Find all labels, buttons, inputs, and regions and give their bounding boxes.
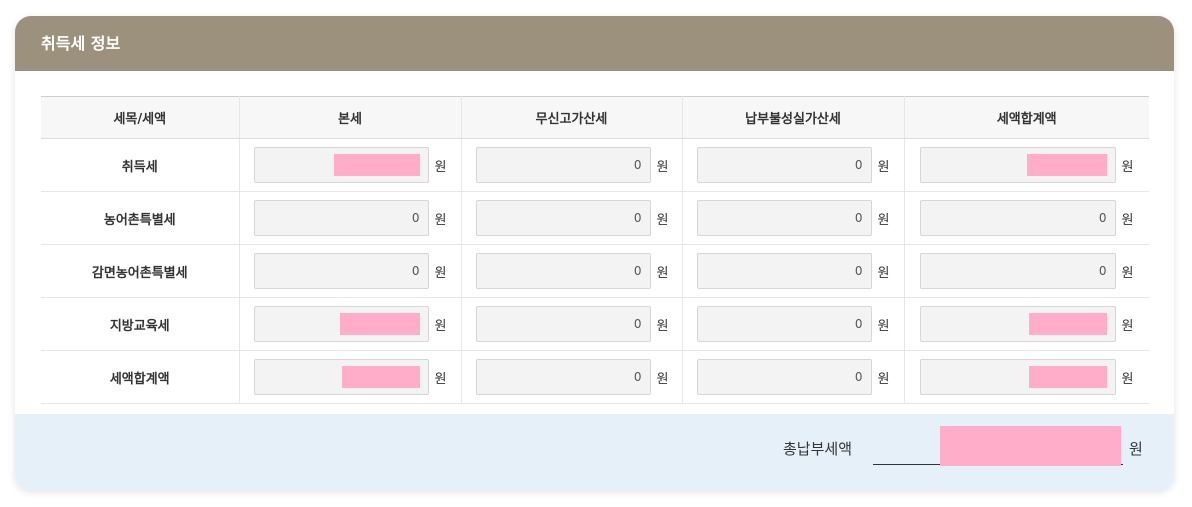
unit-label: 원 [434, 159, 447, 175]
amount-field: 0 [696, 306, 872, 342]
amount-field: 0 [475, 253, 651, 289]
redacted-value [339, 313, 420, 335]
amount-field: 0 [919, 253, 1116, 289]
unit-label: 원 [877, 212, 890, 228]
amount-value: 0 [854, 317, 863, 331]
header-tax-item: 세목/세액 [41, 96, 239, 139]
unit-label: 원 [434, 212, 447, 228]
panel-title: 취득세 정보 [15, 16, 1174, 71]
header-principal-tax: 본세 [238, 96, 461, 139]
redacted-value [333, 154, 420, 176]
unit-label: 원 [656, 265, 669, 281]
header-non-filing-penalty: 무신고가산세 [460, 96, 682, 139]
amount-field: 0 [475, 306, 651, 342]
total-unit-label: 원 [1129, 440, 1143, 458]
table-row: 지방교육세 원 0 원 0 원 원 [41, 297, 1149, 351]
amount-field: 0 [919, 200, 1116, 236]
unit-label: 원 [1121, 371, 1134, 387]
total-tax-label: 총납부세액 [783, 440, 853, 458]
amount-field: 0 [696, 200, 872, 236]
unit-label: 원 [877, 371, 890, 387]
amount-value: 0 [1098, 211, 1107, 225]
row-label: 지방교육세 [41, 297, 239, 351]
unit-label: 원 [434, 318, 447, 334]
amount-field: 0 [253, 200, 429, 236]
amount-value: 0 [633, 370, 642, 384]
table-header-row: 세목/세액 본세 무신고가산세 납부불성실가산세 세액합계액 [41, 96, 1149, 139]
amount-field [919, 359, 1116, 395]
row-label: 취득세 [41, 138, 239, 192]
redacted-total-value [940, 426, 1121, 466]
amount-value: 0 [411, 264, 420, 278]
amount-field: 0 [696, 253, 872, 289]
header-late-payment-penalty: 납부불성실가산세 [681, 96, 904, 139]
amount-value: 0 [411, 211, 420, 225]
amount-value: 0 [854, 211, 863, 225]
unit-label: 원 [656, 371, 669, 387]
amount-value: 0 [854, 264, 863, 278]
total-footer: 총납부세액 원 [15, 414, 1174, 490]
unit-label: 원 [434, 265, 447, 281]
unit-label: 원 [656, 212, 669, 228]
unit-label: 원 [1121, 318, 1134, 334]
amount-field [253, 147, 429, 183]
amount-value: 0 [1098, 264, 1107, 278]
amount-field: 0 [475, 359, 651, 395]
redacted-value [1028, 313, 1107, 335]
amount-field [919, 147, 1116, 183]
redacted-value [1026, 154, 1107, 176]
row-label: 농어촌특별세 [41, 191, 239, 245]
tax-table: 세목/세액 본세 무신고가산세 납부불성실가산세 세액합계액 취득세 원 0 원… [41, 96, 1149, 404]
unit-label: 원 [656, 159, 669, 175]
unit-label: 원 [877, 159, 890, 175]
unit-label: 원 [877, 318, 890, 334]
amount-field: 0 [253, 253, 429, 289]
unit-label: 원 [434, 371, 447, 387]
table-row: 농어촌특별세 0 원 0 원 0 원 0 원 [41, 191, 1149, 245]
amount-field [919, 306, 1116, 342]
amount-value: 0 [633, 211, 642, 225]
amount-value: 0 [633, 158, 642, 172]
amount-field: 0 [475, 200, 651, 236]
redacted-value [1028, 366, 1107, 388]
amount-field [253, 359, 429, 395]
amount-field [253, 306, 429, 342]
header-tax-total: 세액합계액 [903, 96, 1149, 139]
row-label: 세액합계액 [41, 350, 239, 404]
amount-field: 0 [696, 147, 872, 183]
unit-label: 원 [1121, 212, 1134, 228]
redacted-value [341, 366, 420, 388]
amount-value: 0 [633, 264, 642, 278]
amount-value: 0 [633, 317, 642, 331]
amount-value: 0 [854, 158, 863, 172]
unit-label: 원 [656, 318, 669, 334]
acquisition-tax-panel: 취득세 정보 세목/세액 본세 무신고가산세 납부불성실가산세 세액합계액 취득… [15, 16, 1174, 490]
unit-label: 원 [877, 265, 890, 281]
table-row: 취득세 원 0 원 0 원 원 [41, 138, 1149, 192]
amount-field: 0 [696, 359, 872, 395]
amount-value: 0 [854, 370, 863, 384]
unit-label: 원 [1121, 265, 1134, 281]
amount-field: 0 [475, 147, 651, 183]
table-row: 감면농어촌특별세 0 원 0 원 0 원 0 원 [41, 244, 1149, 298]
table-row: 세액합계액 원 0 원 0 원 원 [41, 350, 1149, 404]
unit-label: 원 [1121, 159, 1134, 175]
row-label: 감면농어촌특별세 [41, 244, 239, 298]
